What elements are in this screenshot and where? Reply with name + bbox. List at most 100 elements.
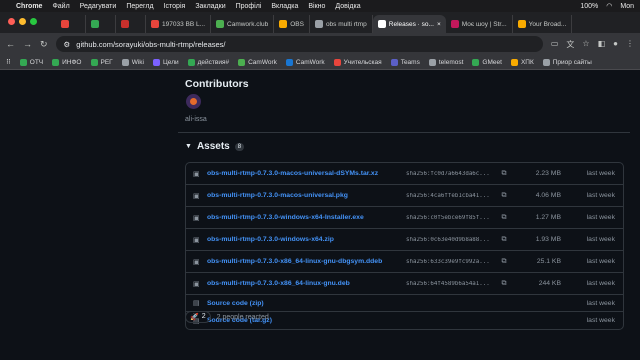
bookmark-label: GMeet: [482, 58, 502, 66]
asset-link[interactable]: obs-multi-rtmp-0.7.3.0-windows-x64.zip: [207, 236, 406, 243]
bookmark-label: Учительская: [343, 58, 382, 66]
menu-history[interactable]: Історія: [164, 3, 186, 10]
bookmark-label: CamWork: [295, 58, 325, 66]
bookmark-favicon: [333, 58, 341, 66]
page-content: Contributors ali-issa ▼ Assets 8 ▣ obs-m…: [0, 70, 640, 360]
tab-broadcast[interactable]: Your Broad...: [513, 15, 573, 33]
tab-camwork[interactable]: Camwork.club: [211, 15, 275, 33]
bookmark-item[interactable]: CamWork: [285, 58, 325, 66]
avatar-image: [190, 98, 197, 105]
menu-icon[interactable]: ⋮: [626, 39, 634, 50]
menu-edit[interactable]: Редагувати: [80, 3, 117, 10]
close-tab-icon[interactable]: ×: [437, 21, 441, 28]
menu-view[interactable]: Переглд: [126, 3, 153, 10]
menu-app-name[interactable]: Chrome: [16, 3, 42, 10]
tab-4[interactable]: 197033 BB L...: [146, 15, 212, 33]
tab-obs-multi-rtmp[interactable]: obs multi rtmp: [310, 15, 373, 33]
copy-icon[interactable]: ⧉: [491, 170, 517, 178]
close-window-button[interactable]: [8, 18, 15, 25]
bookmark-item[interactable]: действия#: [187, 58, 229, 66]
tab-favicon: [121, 20, 129, 28]
asset-sha: sha256:0c63e40d9b8a88...: [406, 236, 490, 243]
tab-3[interactable]: [116, 15, 146, 33]
tab-1[interactable]: [56, 15, 86, 33]
asset-link[interactable]: obs-multi-rtmp-0.7.3.0-x86_64-linux-gnu-…: [207, 258, 406, 265]
copy-icon[interactable]: ⧉: [491, 236, 517, 244]
bookmark-item[interactable]: ХПК: [510, 58, 534, 66]
tab-my-show[interactable]: Моє шоу | Str...: [446, 15, 513, 33]
tab-label: Releases · so...: [388, 20, 434, 28]
bookmark-favicon: [90, 58, 98, 66]
address-bar[interactable]: ⚙ github.com/sorayuki/obs-multi-rtmp/rel…: [55, 36, 543, 52]
apps-icon[interactable]: ⠿: [6, 58, 11, 66]
asset-row: ▣ obs-multi-rtmp-0.7.3.0-macos-universal…: [186, 163, 623, 185]
tab-label: Camwork.club: [227, 20, 269, 28]
bookmark-item[interactable]: telemost: [428, 58, 463, 66]
zoom-window-button[interactable]: [30, 18, 37, 25]
reload-icon[interactable]: ↻: [40, 39, 48, 50]
copy-icon[interactable]: ⧉: [491, 258, 517, 266]
tab-favicon: [450, 20, 459, 28]
url-text[interactable]: github.com/sorayuki/obs-multi-rtmp/relea…: [76, 40, 225, 49]
tab-releases[interactable]: Releases · so... ×: [372, 15, 446, 33]
bookmark-item[interactable]: GMeet: [472, 58, 502, 66]
github-icon: [377, 20, 386, 28]
menu-profiles[interactable]: Профілі: [236, 3, 262, 10]
bookmark-favicon: [121, 58, 129, 66]
copy-icon[interactable]: ⧉: [491, 192, 517, 200]
bookmark-favicon: [285, 58, 293, 66]
tab-2[interactable]: [86, 15, 116, 33]
menu-tab[interactable]: Вкладка: [271, 3, 298, 10]
asset-sha: sha256:fc0d7a6643da6c...: [406, 170, 490, 177]
bookmark-item[interactable]: Wiki: [121, 58, 144, 66]
tab-obs[interactable]: OBS: [274, 15, 310, 33]
section-divider: [178, 132, 630, 133]
menu-window[interactable]: Вікно: [308, 3, 325, 10]
tab-favicon: [314, 20, 323, 28]
asset-link[interactable]: obs-multi-rtmp-0.7.3.0-macos-universal-d…: [207, 170, 406, 177]
menu-help[interactable]: Довідка: [335, 3, 360, 10]
asset-link[interactable]: obs-multi-rtmp-0.7.3.0-macos-universal.p…: [207, 192, 406, 199]
bookmark-favicon: [187, 58, 195, 66]
back-icon[interactable]: ←: [6, 39, 15, 49]
contributor-name[interactable]: ali-issa: [185, 116, 207, 123]
bookmark-item[interactable]: Учительская: [333, 58, 382, 66]
package-icon: ▣: [193, 170, 200, 178]
bookmark-favicon: [238, 58, 246, 66]
rocket-reaction-button[interactable]: 🚀 2: [185, 311, 211, 323]
menu-file[interactable]: Файл: [52, 3, 69, 10]
copy-icon[interactable]: ⧉: [491, 280, 517, 288]
clock[interactable]: Mon: [620, 3, 634, 10]
asset-sha: sha256:633c39e9fc992a...: [406, 258, 490, 265]
bookmark-item[interactable]: Teams: [390, 58, 420, 66]
bookmark-item[interactable]: РЕГ: [90, 58, 113, 66]
install-icon[interactable]: ▭: [551, 39, 559, 50]
bookmark-item[interactable]: ИНФО: [52, 58, 82, 66]
bookmark-folder[interactable]: Приор сайты: [542, 58, 592, 66]
translate-icon[interactable]: 文: [566, 39, 574, 50]
tab-favicon: [151, 20, 159, 28]
asset-size: 2.23 MB: [535, 170, 561, 177]
assets-summary[interactable]: ▼ Assets 8: [185, 141, 245, 152]
triangle-down-icon[interactable]: ▼: [185, 143, 192, 150]
asset-link[interactable]: obs-multi-rtmp-0.7.3.0-windows-x64-Insta…: [207, 214, 406, 221]
menu-bookmarks[interactable]: Закладки: [195, 3, 225, 10]
minimize-window-button[interactable]: [19, 18, 26, 25]
bookmark-star-icon[interactable]: ☆: [582, 39, 589, 50]
contributor-avatar[interactable]: [186, 94, 201, 109]
profile-icon[interactable]: ●: [613, 39, 618, 50]
wifi-icon[interactable]: ◠: [606, 2, 612, 10]
asset-sha: sha256:c0f5ebce69f85f...: [406, 214, 490, 221]
copy-icon[interactable]: ⧉: [491, 214, 517, 222]
asset-date: last week: [586, 280, 615, 287]
bookmark-item[interactable]: CamWork: [238, 58, 277, 66]
site-info-icon[interactable]: ⚙: [64, 40, 71, 49]
package-icon: ▣: [193, 214, 200, 222]
bookmark-item[interactable]: ОТЧ: [19, 58, 43, 66]
asset-link[interactable]: obs-multi-rtmp-0.7.3.0-x86_64-linux-gnu.…: [207, 280, 406, 287]
extensions-icon[interactable]: ◧: [598, 39, 606, 50]
asset-link[interactable]: Source code (zip): [207, 300, 406, 307]
tab-label: Моє шоу | Str...: [461, 20, 507, 28]
bookmark-item[interactable]: Цели: [152, 58, 179, 66]
forward-icon[interactable]: →: [23, 39, 32, 49]
